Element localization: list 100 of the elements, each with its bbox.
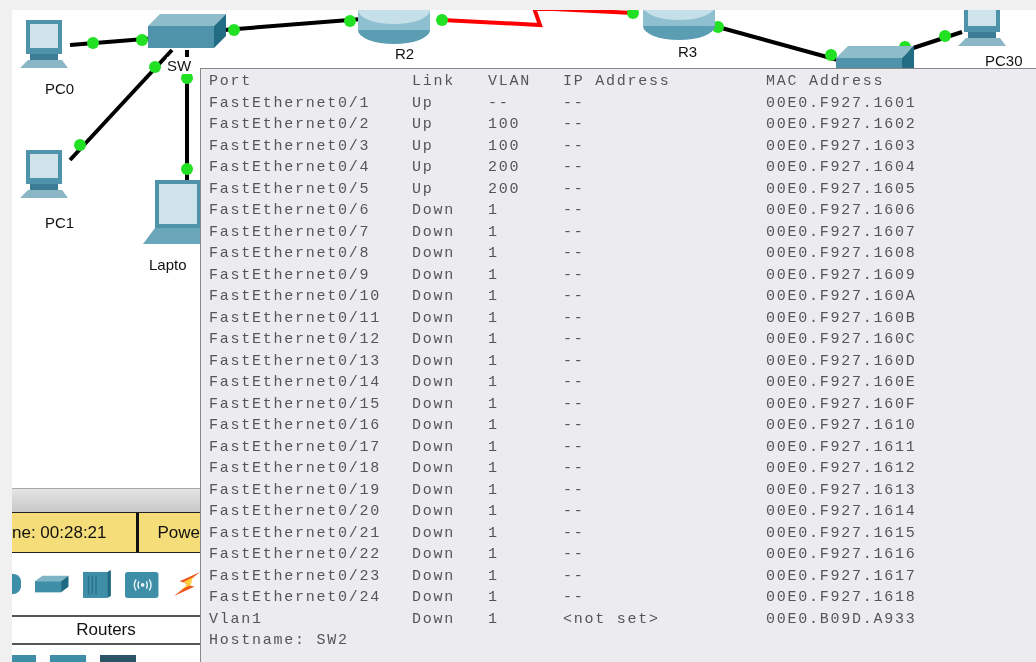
table-cell-text: 00E0.F927.1613 [766, 480, 918, 501]
table-cell-text: -- [563, 480, 586, 501]
table-cell-text: Up [412, 93, 435, 114]
table-cell-text: 00E0.F927.1608 [766, 244, 918, 264]
table-cell-text: FastEthernet0/11 [209, 308, 383, 329]
table-cell-text: FastEthernet0/7 [209, 222, 372, 243]
column-header: Port [209, 72, 253, 92]
table-cell-text: Down [412, 480, 456, 501]
table-cell-text: FastEthernet0/10 [209, 287, 383, 307]
table-cell-text: Down [412, 287, 456, 307]
table-cell-text: -- [563, 394, 586, 415]
router-icon[interactable] [643, 10, 715, 40]
pc-icon[interactable] [20, 20, 68, 68]
table-cell-text: 00E0.F927.1603 [766, 136, 918, 157]
table-cell-text: FastEthernet0/14 [209, 373, 383, 393]
table-cell-text: Down [412, 523, 456, 544]
table-cell-text: Down [412, 502, 456, 522]
table-cell-text: Down [412, 394, 456, 415]
table-cell-text: FastEthernet0/6 [209, 201, 372, 221]
table-cell-text: FastEthernet0/24 [209, 588, 383, 608]
pc-icon[interactable] [20, 150, 68, 198]
table-cell-text: -- [563, 588, 586, 608]
table-cell-text: Up [412, 158, 435, 178]
table-cell-text: -- [563, 459, 586, 479]
table-cell-text: 00E0.F927.160F [766, 394, 918, 415]
table-cell-text: FastEthernet0/8 [209, 244, 372, 264]
table-cell-text: 00E0.F927.1612 [766, 459, 918, 479]
table-cell-text: FastEthernet0/15 [209, 394, 383, 415]
table-cell-text: 1 [488, 480, 500, 501]
switch-icon[interactable] [35, 573, 69, 595]
table-cell-text: FastEthernet0/22 [209, 545, 383, 565]
table-cell-text: 1 [488, 351, 500, 372]
table-cell-text: -- [563, 523, 586, 544]
table-cell-text: Down [412, 373, 456, 393]
table-cell-text: Down [412, 265, 456, 286]
table-cell-text: 00E0.F927.1616 [766, 545, 918, 565]
table-cell-text: 200 [488, 158, 522, 178]
table-cell-text: FastEthernet0/19 [209, 480, 383, 501]
table-cell-text: -- [563, 93, 586, 114]
table-cell-text: -- [563, 416, 586, 436]
table-cell-text: 00E0.F927.1609 [766, 265, 918, 286]
table-cell-text: FastEthernet0/23 [209, 566, 383, 587]
table-cell-text: 00E0.F927.160D [766, 351, 918, 372]
table-cell-text: 1 [488, 330, 500, 350]
table-cell-text: 1 [488, 459, 500, 479]
table-cell-text: FastEthernet0/16 [209, 416, 383, 436]
column-header: IP Address [563, 72, 672, 92]
table-cell-text: Down [412, 437, 456, 458]
table-cell-text: -- [563, 265, 586, 286]
switch-icon[interactable] [148, 14, 226, 48]
table-cell-text: 00E0.F927.1604 [766, 158, 918, 178]
table-cell-text: 1 [488, 394, 500, 415]
table-cell-text: 100 [488, 136, 522, 157]
table-cell-text: -- [488, 93, 511, 114]
table-cell-text: Down [412, 459, 456, 479]
table-cell-text: 1 [488, 437, 500, 458]
table-cell-text: 00E0.F927.1615 [766, 523, 918, 544]
table-cell-text: FastEthernet0/21 [209, 523, 383, 544]
table-cell-text: Vlan1 [209, 609, 264, 630]
table-cell-text: 1 [488, 265, 500, 286]
table-cell-text: -- [563, 330, 586, 350]
column-header: MAC Address [766, 72, 886, 92]
table-cell-text: Down [412, 244, 456, 264]
router-icon[interactable] [358, 10, 430, 44]
table-cell-text: 00E0.F927.160E [766, 373, 918, 393]
table-cell-text: 1 [488, 222, 500, 243]
table-cell-text: FastEthernet0/9 [209, 265, 372, 286]
table-cell-text: 1 [488, 523, 500, 544]
table-cell-text: Down [412, 588, 456, 608]
table-cell-text: 1 [488, 373, 500, 393]
table-cell-text: Down [412, 308, 456, 329]
table-cell-text: -- [563, 502, 586, 522]
table-cell-text: 00E0.F927.1601 [766, 93, 918, 114]
table-cell-text: 00E0.F927.1610 [766, 416, 918, 436]
table-cell-text: FastEthernet0/12 [209, 330, 383, 350]
wireless-icon[interactable] [124, 569, 160, 599]
server-icon[interactable] [82, 569, 111, 599]
table-cell-text: Down [412, 222, 456, 243]
table-cell-text: 1 [488, 244, 500, 264]
table-cell-text: FastEthernet0/18 [209, 459, 383, 479]
table-cell-text: Down [412, 609, 456, 630]
pc-icon[interactable] [958, 10, 1006, 46]
table-cell-text: FastEthernet0/1 [209, 93, 372, 114]
table-cell-text: Down [412, 566, 456, 587]
table-cell-text: 00E0.F927.1611 [766, 437, 918, 458]
table-cell-text: Up [412, 179, 435, 200]
table-cell-text: -- [563, 201, 586, 221]
table-cell-text: -- [563, 351, 586, 372]
table-cell-text: Down [412, 416, 456, 436]
table-cell-text: 00E0.F927.160B [766, 308, 918, 329]
table-cell-text: Down [412, 545, 456, 565]
table-cell-text: -- [563, 136, 586, 157]
power-label: Powe [156, 521, 200, 544]
table-cell-text: 1 [488, 201, 500, 221]
table-cell-text: FastEthernet0/13 [209, 351, 383, 372]
table-cell-text: -- [563, 373, 586, 393]
table-cell-text: 00E0.F927.1606 [766, 201, 918, 221]
table-cell-text: Up [412, 115, 435, 135]
table-cell-text: 00E0.F927.160C [766, 330, 918, 350]
table-cell-text: -- [563, 545, 586, 565]
